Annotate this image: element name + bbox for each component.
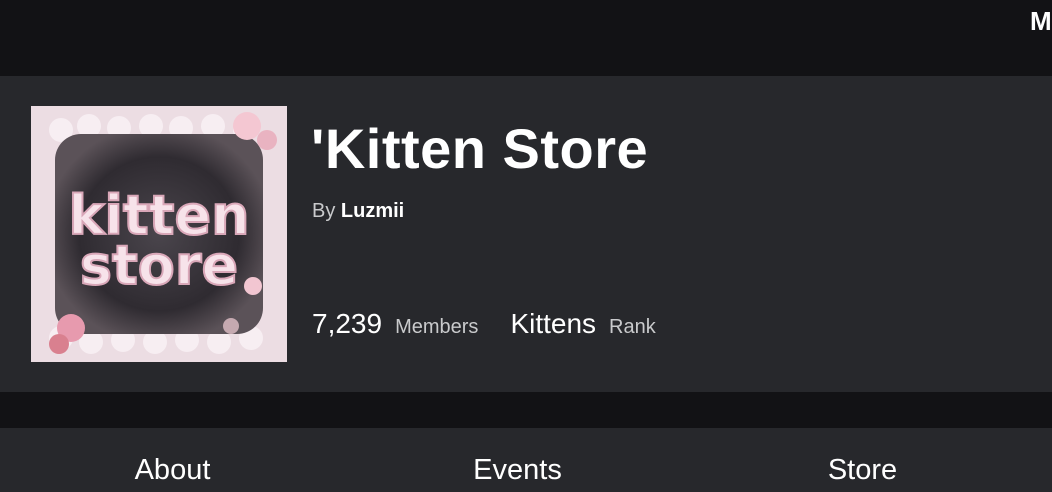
group-owner-link[interactable]: Luzmii <box>341 200 404 222</box>
members-label: Members <box>395 316 479 338</box>
top-bar: M <box>0 0 1052 76</box>
group-title: 'Kitten Store <box>311 117 649 180</box>
group-byline: By Luzmii <box>312 200 404 223</box>
byline-prefix: By <box>312 200 336 222</box>
svg-text:store: store <box>80 234 238 297</box>
group-icon: kitten store <box>31 106 287 362</box>
rank-value: Kittens <box>510 308 597 339</box>
group-stats: 7,239 Members Kittens Rank <box>312 308 656 340</box>
members-count: 7,239 <box>312 308 383 339</box>
group-header: kitten store 'Kitten Store By Luzmii 7,2… <box>0 76 1052 392</box>
tab-about[interactable]: About <box>0 428 345 492</box>
group-tabs: About Events Store <box>0 428 1052 492</box>
topbar-overflow-text: M <box>1030 6 1052 36</box>
tab-events[interactable]: Events <box>345 428 690 492</box>
tab-store[interactable]: Store <box>690 428 1035 492</box>
rank-label: Rank <box>609 316 656 338</box>
section-divider <box>0 392 1052 428</box>
